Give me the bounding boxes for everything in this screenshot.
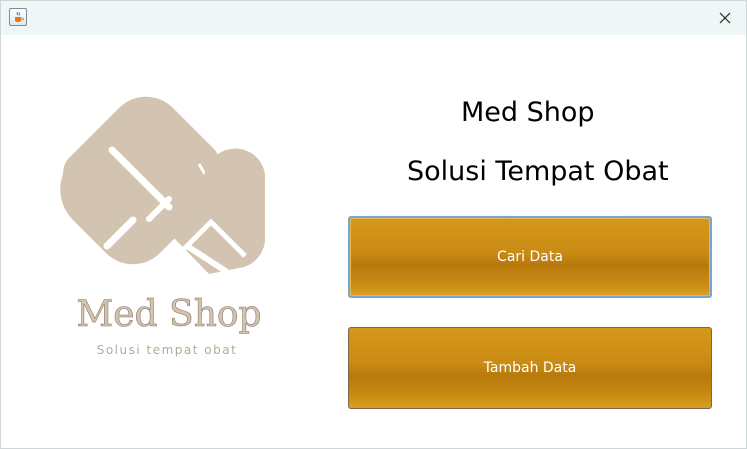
page-title: Med Shop bbox=[461, 97, 595, 128]
close-icon bbox=[719, 9, 731, 28]
main-window: Med Shop Solusi tempat obat Med Shop Sol… bbox=[0, 0, 747, 449]
tambah-data-button[interactable]: Tambah Data bbox=[348, 327, 712, 409]
med-shop-logo: Med Shop Solusi tempat obat bbox=[60, 96, 266, 357]
page-subtitle: Solusi Tempat Obat bbox=[407, 156, 669, 187]
capsule-pill-icon bbox=[60, 96, 266, 275]
java-cup-icon bbox=[9, 8, 27, 26]
close-button[interactable] bbox=[702, 1, 746, 35]
logo-brand-name: Med Shop bbox=[76, 294, 261, 335]
title-bar bbox=[1, 1, 746, 35]
cari-data-button[interactable]: Cari Data bbox=[348, 216, 712, 298]
logo-tagline: Solusi tempat obat bbox=[97, 343, 238, 357]
